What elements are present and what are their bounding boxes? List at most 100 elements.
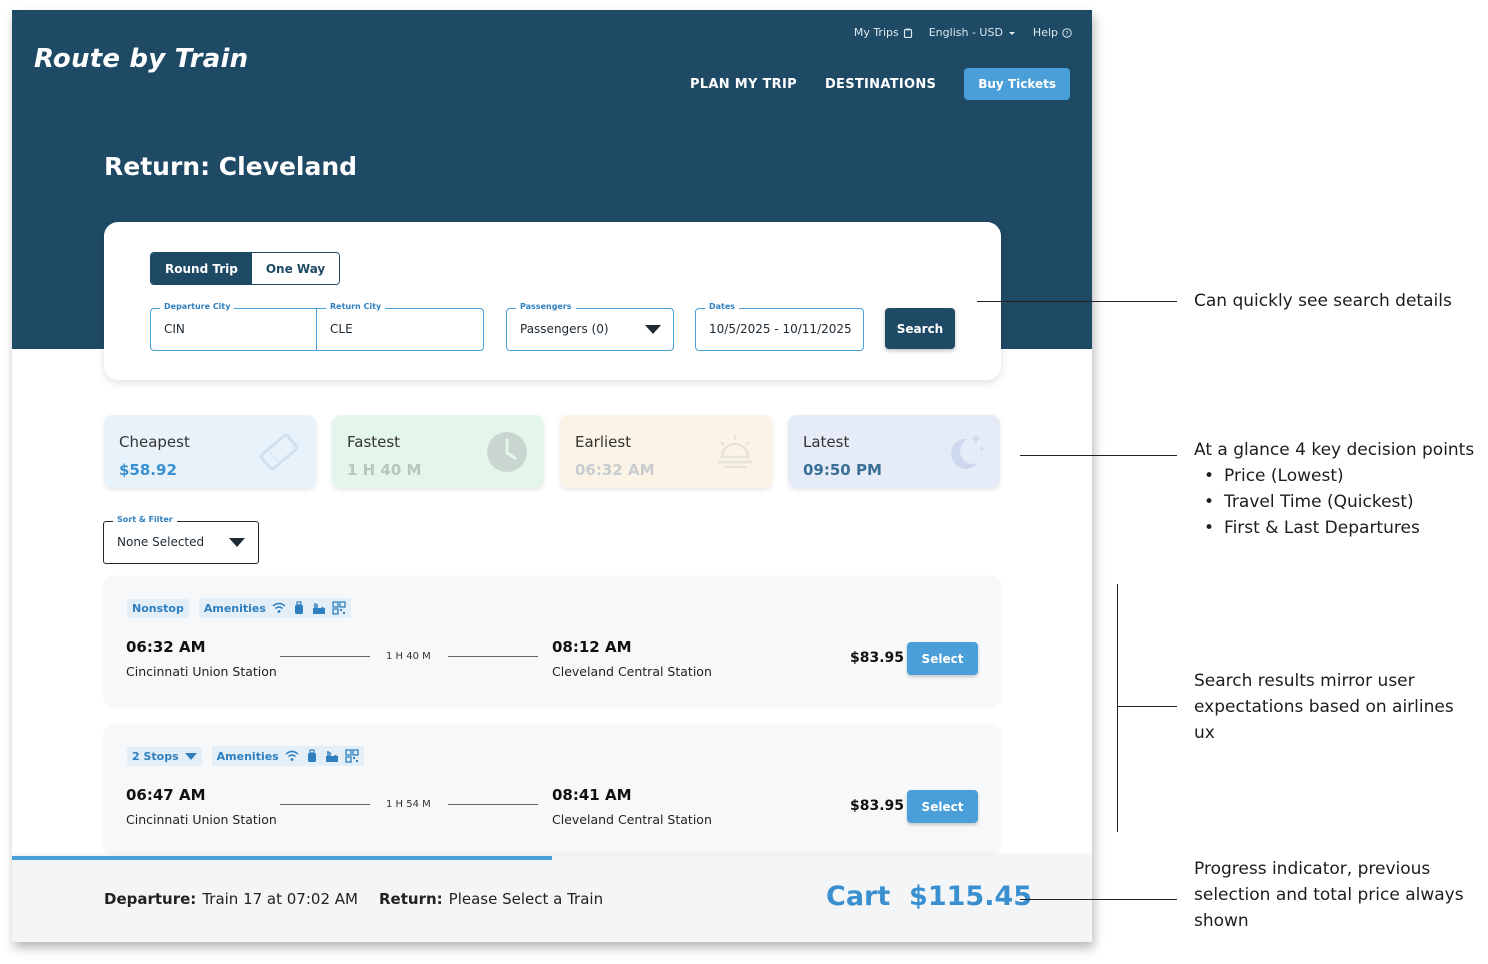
search-button[interactable]: Search (885, 308, 955, 349)
departure-station: Cincinnati Union Station (126, 812, 277, 827)
trip-duration: 1 H 54 M (386, 799, 431, 810)
help-link[interactable]: Help ? (1033, 26, 1072, 39)
result-card: 2 Stops Amenities 06:47 AM Cincinnati Un… (104, 724, 1001, 853)
stops-label: 2 Stops (132, 749, 179, 763)
help-label: Help (1032, 26, 1058, 39)
svg-text:?: ? (1065, 29, 1068, 37)
annotation-progress-line: shown (1194, 911, 1249, 931)
arrival-station: Cleveland Central Station (552, 812, 712, 827)
return-summary-label: Return: (379, 890, 443, 908)
select-train-button[interactable]: Select (907, 642, 978, 675)
main-nav: PLAN MY TRIP DESTINATIONS Buy Tickets (690, 68, 1070, 100)
annotation-progress: Progress indicator, previous selection a… (1194, 856, 1464, 934)
luggage-icon (307, 749, 316, 762)
arrival-time: 08:12 AM (552, 638, 632, 656)
ticket-icon (259, 433, 299, 471)
stat-card-fastest[interactable]: Fastest 1 H 40 M (332, 415, 544, 488)
selected-return: Return: Please Select a Train (379, 890, 603, 908)
annotation-connector (1020, 899, 1177, 900)
stops-label: Nonstop (132, 601, 184, 615)
moon-stars-icon (951, 434, 985, 469)
return-summary-value: Please Select a Train (448, 890, 604, 908)
annotation-decision-item: First & Last Departures (1204, 515, 1474, 541)
stat-value: 1 H 40 M (347, 461, 422, 479)
annotation-results-line: ux (1194, 723, 1215, 743)
stops-tag[interactable]: 2 Stops (127, 746, 202, 766)
amenities-tag[interactable]: Amenities (198, 598, 351, 618)
luggage-icon (294, 601, 303, 614)
departure-summary-value: Train 17 at 07:02 AM (202, 890, 358, 908)
departure-station: Cincinnati Union Station (126, 664, 277, 679)
dates-label: Dates (705, 302, 740, 311)
round-trip-option[interactable]: Round Trip (151, 253, 252, 284)
search-card: Round Trip One Way Departure City CIN Re… (104, 222, 1001, 380)
utility-nav: My Trips English - USD Help ? (854, 26, 1072, 39)
progress-indicator (12, 856, 552, 860)
departure-city-label: Departure City (160, 302, 235, 311)
help-circle-icon: ? (1062, 27, 1072, 38)
stat-card-cheapest[interactable]: Cheapest $58.92 (104, 415, 316, 488)
chevron-down-icon (229, 538, 245, 547)
one-way-option[interactable]: One Way (251, 253, 340, 284)
return-city-label: Return City (326, 302, 386, 311)
return-city-value: CLE (330, 322, 353, 336)
stat-name: Earliest (575, 433, 632, 451)
food-icon (312, 603, 325, 614)
passengers-label: Passengers (516, 302, 576, 311)
sort-filter-label: Sort & Filter (113, 515, 177, 524)
passengers-value: Passengers (0) (520, 322, 609, 336)
departure-time: 06:32 AM (126, 638, 206, 656)
arrival-time: 08:41 AM (552, 786, 632, 804)
passengers-select[interactable]: Passengers Passengers (0) (506, 302, 674, 351)
select-train-button[interactable]: Select (907, 790, 978, 823)
page-title: Return: Cleveland (104, 152, 358, 181)
stat-value: $58.92 (119, 461, 177, 479)
annotation-progress-line: selection and total price always (1194, 885, 1464, 905)
annotation-results-line: expectations based on airlines (1194, 697, 1454, 717)
annotation-connector (1020, 455, 1177, 456)
route-line-left (280, 656, 370, 657)
qr-code-icon (345, 749, 359, 763)
language-selector[interactable]: English - USD (929, 26, 1017, 39)
annotation-decision-points: At a glance 4 key decision points Price … (1194, 437, 1474, 541)
app-window: Route by Train My Trips English - USD He… (12, 10, 1092, 942)
qr-code-icon (332, 601, 346, 615)
brand-logo[interactable]: Route by Train (34, 44, 248, 74)
chevron-down-icon (184, 752, 197, 760)
stat-card-latest[interactable]: Latest 09:50 PM (788, 415, 1000, 488)
annotation-decision-title: At a glance 4 key decision points (1194, 440, 1475, 460)
result-tags: Nonstop Amenities (127, 598, 351, 618)
food-icon (325, 751, 338, 762)
clock-icon (487, 432, 527, 472)
stat-value: 09:50 PM (803, 461, 882, 479)
result-tags: 2 Stops Amenities (127, 746, 364, 766)
stat-card-earliest[interactable]: Earliest 06:32 AM (560, 415, 772, 488)
amenities-label: Amenities (216, 749, 279, 763)
dates-field[interactable]: Dates 10/5/2025 - 10/11/2025 (695, 302, 864, 351)
departure-city-field[interactable]: Departure City CIN (150, 302, 317, 351)
stat-value: 06:32 AM (575, 461, 655, 479)
wifi-icon (272, 602, 286, 613)
stat-name: Fastest (347, 433, 401, 451)
sort-filter-select[interactable]: Sort & Filter None Selected (103, 515, 259, 564)
departure-time: 06:47 AM (126, 786, 206, 804)
nav-destinations[interactable]: DESTINATIONS (825, 77, 936, 92)
annotation-progress-line: Progress indicator, previous (1194, 859, 1431, 879)
route-line-left (280, 804, 370, 805)
dates-value: 10/5/2025 - 10/11/2025 (709, 322, 852, 336)
selected-departure: Departure: Train 17 at 07:02 AM (104, 890, 358, 908)
annotation-connector (977, 301, 1177, 302)
stat-name: Cheapest (119, 433, 190, 451)
chevron-down-icon (1008, 31, 1015, 35)
return-city-field[interactable]: Return City CLE (316, 302, 484, 351)
sort-filter-value: None Selected (117, 535, 205, 549)
route-line-right (448, 656, 538, 657)
annotation-decision-item: Travel Time (Quickest) (1204, 489, 1474, 515)
stat-name: Latest (803, 433, 850, 451)
amenities-tag[interactable]: Amenities (211, 746, 364, 766)
stops-tag[interactable]: Nonstop (127, 598, 189, 618)
my-trips-link[interactable]: My Trips (854, 26, 913, 39)
nav-plan-my-trip[interactable]: PLAN MY TRIP (690, 77, 797, 92)
cart-total[interactable]: Cart $115.45 (826, 881, 1032, 912)
buy-tickets-button[interactable]: Buy Tickets (964, 68, 1070, 100)
